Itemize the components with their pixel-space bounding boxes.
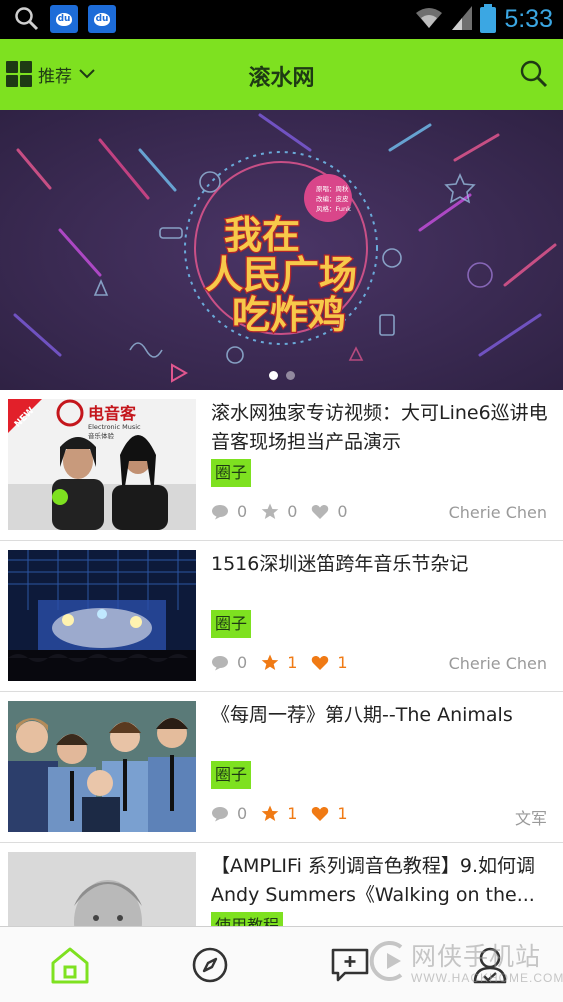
article-title[interactable]: 1516深圳迷笛跨年音乐节杂记 [211,550,549,579]
heart-icon [312,806,329,821]
carousel-dot[interactable] [268,371,278,380]
signal-icon [452,5,473,34]
article-list: 电音客 Electronic Music 音乐体验 NEW 滚水网独家专访视频：… [0,390,563,926]
article-thumbnail [8,550,196,681]
svg-text:Electronic Music: Electronic Music [88,423,141,431]
comment-icon [212,655,228,670]
baidu-icon: du [50,5,78,33]
category-tag[interactable]: 使用教程 [211,912,284,926]
svg-text:风格：Funk: 风格：Funk [316,204,351,213]
category-tag[interactable]: 圈子 [211,761,252,789]
article-stats: 0 1 1 [211,804,362,823]
author-name[interactable]: 文军 [515,805,547,829]
article-title[interactable]: 【AMPLIFi 系列调音色教程】9.如何调Andy Summers《Walki… [211,852,549,910]
favorite-count[interactable]: 0 [261,502,297,521]
status-bar: du du 5:33 [0,0,563,39]
search-icon [520,60,548,88]
favorite-count[interactable]: 1 [261,653,297,672]
bottom-navigation: 网侠手机站 WWW.HACKHOME.COM [0,926,563,1002]
favorite-count[interactable]: 1 [261,804,297,823]
banner-headline-line1: 我在 [224,213,300,257]
page-title: 滚水网 [248,66,315,91]
wifi-icon [414,6,444,34]
chat-add-icon [331,948,369,982]
star-icon [261,654,279,670]
clock: 5:33 [504,5,553,33]
search-button[interactable] [519,59,549,93]
comment-icon [212,806,228,821]
comment-count[interactable]: 0 [211,653,247,672]
article-title[interactable]: 《每周一荐》第八期--The Animals [211,701,549,730]
article-item[interactable]: 电音客 Electronic Music 音乐体验 NEW 滚水网独家专访视频：… [0,390,563,541]
baidu-icon: du [88,5,116,33]
banner-headline-line2: 人民广场 [205,253,357,297]
article-stats: 0 0 0 [211,502,362,521]
star-icon [261,503,279,519]
svg-text:电音客: 电音客 [88,404,137,423]
hero-banner[interactable]: 原唱：周秋 改编：皮皮 风格：Funk 我在 人民广场 吃炸鸡 [0,110,563,390]
nav-profile[interactable] [466,941,514,989]
banner-artwork: 原唱：周秋 改编：皮皮 风格：Funk 我在 人民广场 吃炸鸡 [0,110,563,390]
article-thumbnail [8,701,196,832]
like-count[interactable]: 1 [311,804,348,823]
nav-home[interactable] [46,941,94,989]
home-icon [51,947,89,984]
battery-icon [480,3,497,33]
heart-icon [312,655,329,670]
svg-text:原唱：周秋: 原唱：周秋 [316,184,349,193]
article-thumbnail: 电音客 Electronic Music 音乐体验 NEW [8,399,196,530]
article-item[interactable]: 《每周一荐》第八期--The Animals 圈子 0 1 1 文军 [0,692,563,843]
watermark: 网侠手机站 WWW.HACKHOME.COM [367,933,563,995]
category-tag[interactable]: 圈子 [211,459,252,487]
like-count[interactable]: 1 [311,653,348,672]
app-header: 推荐 滚水网 [0,39,563,110]
category-tag[interactable]: 圈子 [211,610,252,638]
search-icon [14,6,40,32]
comment-count[interactable]: 0 [211,502,247,521]
author-name[interactable]: Cherie Chen [449,654,547,673]
author-name[interactable]: Cherie Chen [449,503,547,522]
nav-discover[interactable] [186,941,234,989]
carousel-indicator [0,371,563,380]
notification-area: du du [14,5,116,33]
system-icons: 5:33 [414,0,553,39]
article-thumbnail [8,852,196,926]
compass-icon [192,947,228,983]
heart-icon [312,504,329,519]
article-item[interactable]: 1516深圳迷笛跨年音乐节杂记 圈子 0 1 1 Cherie Chen [0,541,563,692]
article-item[interactable]: 【AMPLIFi 系列调音色教程】9.如何调Andy Summers《Walki… [0,843,563,926]
star-icon [261,805,279,821]
svg-text:改编：皮皮: 改编：皮皮 [316,194,349,203]
user-icon [473,947,507,984]
svg-text:音乐体验: 音乐体验 [88,431,115,440]
article-stats: 0 1 1 [211,653,362,672]
like-count[interactable]: 0 [311,502,348,521]
nav-post[interactable] [326,941,374,989]
banner-headline-line3: 吃炸鸡 [232,293,346,337]
article-title[interactable]: 滚水网独家专访视频：大可Line6巡讲电音客现场担当产品演示 [211,399,549,457]
comment-count[interactable]: 0 [211,804,247,823]
comment-icon [212,504,228,519]
carousel-dot[interactable] [285,371,295,380]
